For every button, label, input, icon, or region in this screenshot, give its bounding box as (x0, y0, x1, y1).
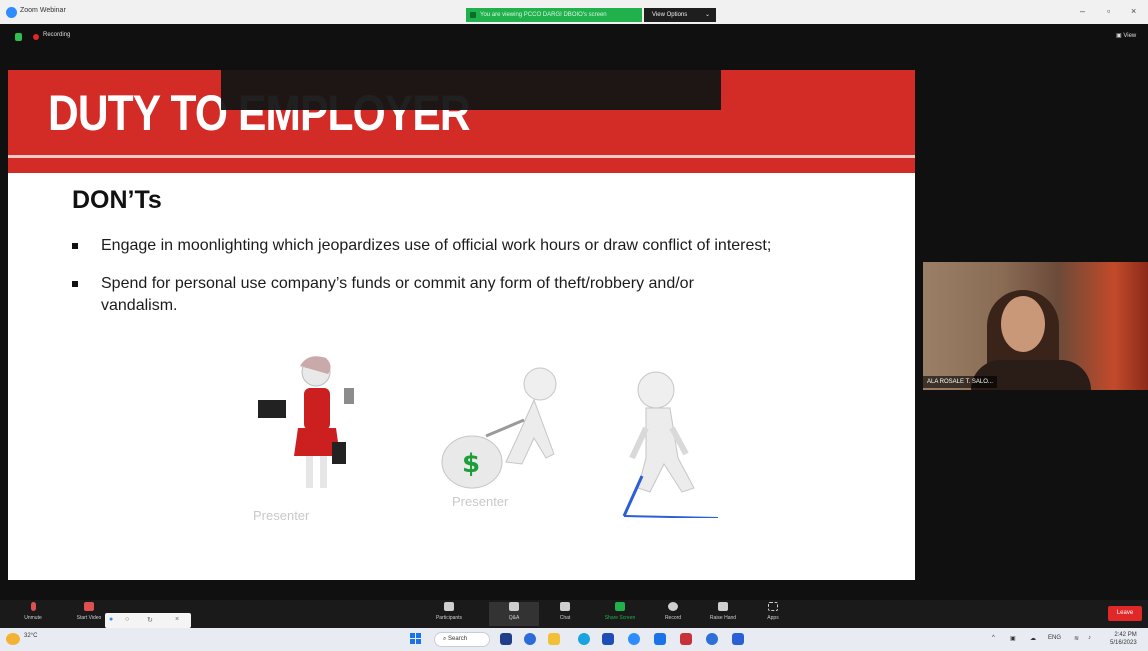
close-button[interactable]: × (1131, 6, 1136, 16)
qa-icon (509, 602, 519, 611)
bullet-item: Engage in moonlighting which jeopardizes… (72, 236, 892, 256)
bullet-item: Spend for personal use company’s funds o… (72, 274, 892, 318)
bullet-text: Engage in moonlighting which jeopardizes… (101, 237, 772, 254)
windows-taskbar: 32°C ⌕ Search ^ ▣ ☁ ENG ≋ ♪ 2:42 PM 5/16… (0, 628, 1148, 651)
floating-zoom-mini-window[interactable]: ● ○ ↻ × (105, 613, 191, 628)
language-indicator[interactable]: ENG (1048, 635, 1061, 641)
word-icon[interactable] (732, 633, 744, 645)
viewing-screen-banner: You are viewing PCCO DARGI DBOIO's scree… (466, 8, 642, 22)
taskbar-search-box[interactable]: ⌕ Search (434, 632, 490, 647)
store-icon[interactable] (602, 633, 614, 645)
bullet-icon (72, 281, 78, 287)
raise-hand-icon (718, 602, 728, 611)
security-shield-icon[interactable] (15, 33, 22, 41)
shield-icon (470, 12, 476, 18)
share-screen-icon (615, 602, 625, 611)
presenter-watermark: Presenter (452, 494, 509, 509)
bullet-text: Spend for personal use company’s funds o… (101, 275, 694, 292)
svg-text:$: $ (462, 449, 480, 479)
tray-app-icon[interactable]: ▣ (1010, 635, 1016, 642)
chevron-up-icon[interactable]: ^ (992, 635, 995, 641)
meeting-toolbar: Unmute Start Video ● ○ ↻ × Participants … (0, 600, 1148, 628)
view-label: View (1123, 33, 1137, 39)
zoom-app-icon[interactable] (628, 633, 640, 645)
qa-button[interactable]: Q&A (489, 602, 539, 626)
bullet-text-continued: vandalism. (101, 297, 178, 314)
record-icon (668, 602, 678, 611)
leave-button[interactable]: Leave (1108, 606, 1142, 621)
overlay-occluder (221, 70, 721, 110)
weather-sun-icon[interactable] (6, 633, 20, 645)
microphone-icon (30, 602, 36, 611)
toolbar-label: Chat (559, 615, 571, 621)
chevron-down-icon: ⌄ (704, 12, 710, 18)
share-screen-button[interactable]: Share Screen (595, 602, 645, 626)
toolbar-label: Share Screen (604, 615, 636, 621)
participant-name: ALA ROSALE T. SALO... (923, 376, 997, 388)
file-explorer-icon[interactable] (548, 633, 560, 645)
chat-app-icon[interactable] (524, 633, 536, 645)
recording-dot-icon (33, 34, 39, 40)
slide-heading: DON’Ts (72, 186, 162, 214)
close-icon[interactable]: × (175, 616, 179, 623)
taskbar-clock[interactable]: 2:42 PM 5/16/2023 (1110, 631, 1137, 647)
toolbar-label: Apps (767, 615, 779, 621)
view-button[interactable]: ▣ View (1116, 32, 1136, 39)
participant-video[interactable]: ALA ROSALE T. SALO... (923, 262, 1148, 390)
crossing-line-illustration (622, 371, 719, 518)
view-options-label: View Options (652, 12, 688, 18)
meeting-area: Recording ▣ View DUTY TO EMPLOYER DON’Ts… (0, 24, 1148, 600)
view-options-button[interactable]: View Options ⌄ (644, 8, 716, 22)
zoom-logo-icon (6, 7, 17, 18)
banner-divider (8, 155, 915, 158)
minimize-button[interactable]: – (1080, 6, 1085, 16)
shared-slide: DUTY TO EMPLOYER DON’Ts Engage in moonli… (8, 70, 915, 580)
loading-icon: ○ (125, 616, 130, 623)
multitasking-person-illustration (258, 356, 354, 488)
apps-button[interactable]: Apps (748, 602, 798, 626)
chat-button[interactable]: Chat (540, 602, 590, 626)
pulling-money-bag-illustration: $ (441, 367, 557, 489)
antivirus-icon[interactable] (680, 633, 692, 645)
task-view-icon[interactable] (500, 633, 512, 645)
edge-browser-icon[interactable] (578, 633, 590, 645)
participants-icon (444, 602, 454, 611)
toolbar-label: Raise Hand (709, 615, 737, 621)
start-menu-button[interactable] (410, 633, 422, 645)
clock-date: 5/16/2023 (1110, 640, 1137, 646)
clock-time: 2:42 PM (1114, 632, 1137, 638)
onedrive-icon[interactable]: ☁ (1030, 635, 1036, 642)
refresh-icon: ↻ (147, 617, 153, 624)
participants-button[interactable]: Participants (424, 602, 474, 626)
viewing-screen-text: You are viewing PCCO DARGI DBOIO's scree… (480, 12, 607, 18)
participant-face (1001, 296, 1045, 352)
volume-icon[interactable]: ♪ (1088, 635, 1091, 641)
wifi-icon[interactable]: ≋ (1074, 635, 1079, 642)
teams-icon[interactable] (706, 633, 718, 645)
chat-icon (560, 602, 570, 611)
search-label: Search (448, 636, 468, 642)
toolbar-label: Q&A (508, 615, 520, 621)
raise-hand-button[interactable]: Raise Hand (698, 602, 748, 626)
outlook-icon[interactable] (654, 633, 666, 645)
recording-label: Recording (43, 32, 71, 38)
weather-temperature[interactable]: 32°C (24, 633, 37, 639)
toolbar-label: Participants (435, 615, 463, 621)
window-title: Zoom Webinar (20, 7, 66, 14)
apps-icon (768, 602, 778, 611)
restore-button[interactable]: ▫ (1107, 6, 1110, 16)
camera-icon (84, 602, 94, 611)
bullet-icon (72, 243, 78, 249)
toolbar-label: Record (664, 615, 682, 621)
zoom-logo-icon: ● (109, 616, 114, 623)
window-titlebar: Zoom Webinar You are viewing PCCO DARGI … (0, 0, 1148, 24)
toolbar-label: Unmute (24, 615, 42, 621)
record-button[interactable]: Record (648, 602, 698, 626)
unmute-button[interactable]: Unmute (8, 602, 58, 626)
presenter-watermark: Presenter (253, 508, 310, 523)
screen: Zoom Webinar You are viewing PCCO DARGI … (0, 0, 1148, 651)
